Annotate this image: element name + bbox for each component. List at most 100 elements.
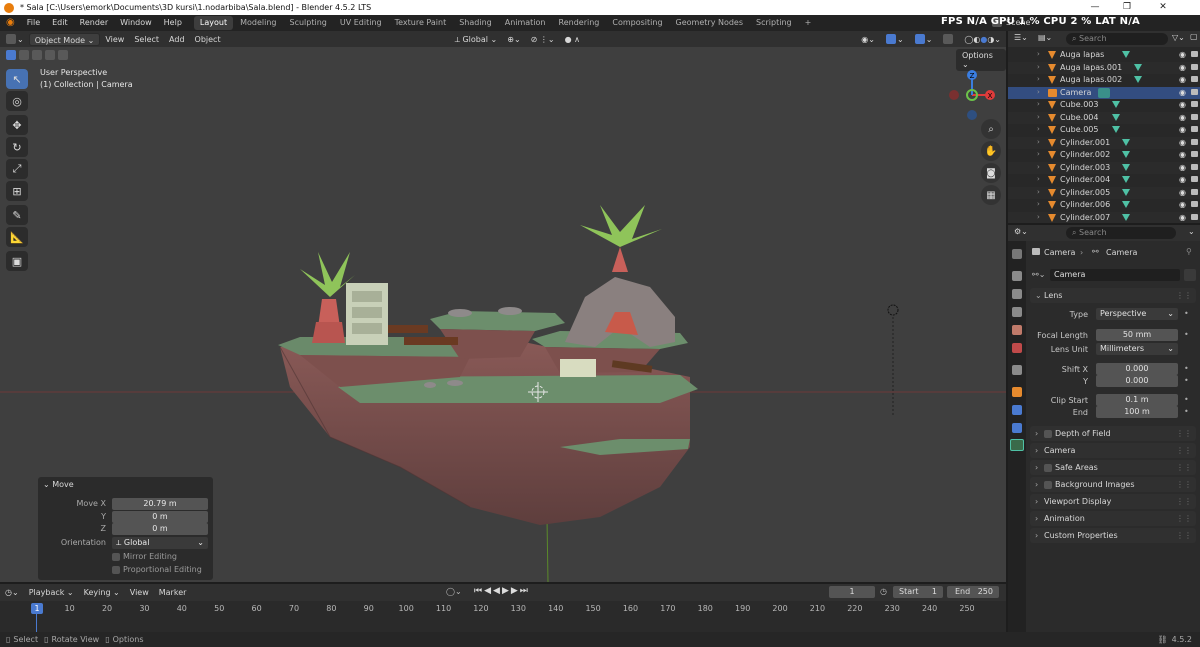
expand-arrow-icon[interactable]: ›: [1037, 75, 1040, 83]
lens-section-header[interactable]: ⌄ Lens ⋮⋮: [1030, 288, 1196, 303]
render-camera-icon[interactable]: [1191, 113, 1198, 120]
expand-arrow-icon[interactable]: ›: [1037, 88, 1040, 96]
render-camera-icon[interactable]: [1191, 126, 1198, 132]
select-tool-icon[interactable]: ↖: [6, 69, 28, 89]
select-subtract-icon[interactable]: [32, 50, 42, 60]
expand-arrow-icon[interactable]: ›: [1037, 113, 1040, 121]
select-new-icon[interactable]: [6, 50, 16, 60]
move-tool-icon[interactable]: ✥: [6, 115, 28, 135]
lens-type-dropdown[interactable]: Perspective ⌄: [1096, 308, 1178, 320]
menu-marker[interactable]: Marker: [154, 586, 192, 599]
tab-uv-editing[interactable]: UV Editing: [334, 16, 388, 30]
menu-keying[interactable]: Keying ⌄: [79, 586, 125, 599]
visibility-eye-icon[interactable]: ◉: [1179, 113, 1186, 122]
expand-arrow-icon[interactable]: ›: [1037, 163, 1040, 171]
render-camera-icon[interactable]: [1191, 138, 1198, 145]
tab-texture-paint[interactable]: Texture Paint: [389, 16, 453, 30]
expand-arrow-icon[interactable]: ›: [1037, 138, 1040, 146]
viewport-display-section[interactable]: › Viewport Display ⋮⋮: [1030, 494, 1196, 509]
object-tab-icon[interactable]: [1012, 387, 1022, 397]
auto-keying-icon[interactable]: ◯⌄: [446, 587, 462, 596]
visibility-eye-icon[interactable]: ◉: [1179, 63, 1186, 72]
gizmo-toggle-icon[interactable]: ⌄: [880, 33, 909, 46]
xray-icon[interactable]: [937, 33, 959, 46]
transform-orientation-dropdown[interactable]: ⟂ Global ⌄: [450, 33, 503, 46]
render-camera-icon[interactable]: [1191, 163, 1198, 170]
render-camera-icon[interactable]: [1191, 176, 1198, 182]
properties-editor-icon[interactable]: ⚙⌄: [1014, 227, 1028, 236]
timeline-editor-icon[interactable]: ◷⌄: [0, 586, 24, 599]
clip-start-field[interactable]: 0.1 m: [1096, 394, 1178, 406]
shift-y-field[interactable]: 0.000: [1096, 375, 1178, 387]
mesh-data-icon[interactable]: [1122, 213, 1130, 221]
close-window-icon[interactable]: ✕: [1148, 0, 1178, 15]
expand-arrow-icon[interactable]: ›: [1037, 50, 1040, 58]
editor-type-icon[interactable]: ⌄: [0, 33, 29, 46]
outliner-row[interactable]: › Cylinder.002 ◉: [1008, 149, 1200, 162]
pivot-point-icon[interactable]: ⊕⌄: [502, 33, 525, 46]
navigation-gizmo[interactable]: X Z: [944, 67, 1000, 123]
camera-data-badge-icon[interactable]: [1098, 87, 1110, 98]
tab-compositing[interactable]: Compositing: [606, 16, 668, 30]
mesh-data-icon[interactable]: [1122, 51, 1130, 58]
safe-areas-section[interactable]: › Safe Areas ⋮⋮: [1030, 460, 1196, 475]
tab-scripting[interactable]: Scripting: [750, 16, 798, 30]
rotate-tool-icon[interactable]: ↻: [6, 137, 28, 157]
outliner-row[interactable]: › Cylinder.003 ◉: [1008, 161, 1200, 174]
shift-x-keyframe-dot[interactable]: •: [1184, 364, 1189, 373]
world-tab-icon[interactable]: [1012, 343, 1022, 353]
mesh-data-icon[interactable]: [1122, 151, 1130, 158]
animation-section[interactable]: › Animation ⋮⋮: [1030, 511, 1196, 526]
physics-tab-icon[interactable]: [1012, 405, 1022, 415]
select-intersect-icon[interactable]: [58, 50, 68, 60]
proportional-edit-icon[interactable]: ● ∧: [560, 33, 585, 46]
expand-arrow-icon[interactable]: ›: [1037, 150, 1040, 158]
scene-tab-icon[interactable]: [1012, 325, 1022, 335]
tab-layout[interactable]: Layout: [193, 16, 234, 30]
visibility-eye-icon[interactable]: ◉: [1179, 200, 1186, 209]
datablock-name-field[interactable]: Camera: [1050, 269, 1180, 281]
mesh-data-icon[interactable]: [1112, 101, 1120, 108]
snap-icon[interactable]: ⊘ ⋮⌄: [526, 33, 560, 46]
menu-add[interactable]: Add: [164, 33, 190, 46]
scale-tool-icon[interactable]: ⤢: [6, 159, 28, 179]
tab-shading[interactable]: Shading: [453, 16, 498, 30]
expand-arrow-icon[interactable]: ›: [1037, 125, 1040, 133]
current-frame-field[interactable]: 1: [829, 586, 875, 598]
shading-modes-icon[interactable]: ◯◐●◑⌄: [959, 33, 1006, 46]
maximize-icon[interactable]: ❐: [1112, 0, 1142, 15]
lens-unit-dropdown[interactable]: Millimeters ⌄: [1096, 343, 1178, 355]
mesh-data-icon[interactable]: [1134, 76, 1142, 83]
menu-edit[interactable]: Edit: [46, 15, 74, 31]
outliner-row[interactable]: › Cylinder.007 ◉: [1008, 211, 1200, 223]
tab-geometry-nodes[interactable]: Geometry Nodes: [670, 16, 749, 30]
outliner-row[interactable]: › Cube.005 ◉: [1008, 124, 1200, 137]
expand-arrow-icon[interactable]: ›: [1037, 188, 1040, 196]
mesh-data-icon[interactable]: [1122, 176, 1130, 183]
shift-x-field[interactable]: 0.000: [1096, 363, 1178, 375]
select-invert-icon[interactable]: [45, 50, 55, 60]
tool-tab-icon[interactable]: [1012, 249, 1022, 259]
add-cube-tool-icon[interactable]: ▣: [6, 251, 28, 271]
zoom-icon[interactable]: ⌕: [981, 119, 1001, 139]
render-camera-icon[interactable]: [1191, 188, 1198, 195]
menu-render[interactable]: Render: [74, 15, 114, 31]
preview-range-icon[interactable]: ◷: [880, 587, 887, 596]
menu-help[interactable]: Help: [158, 15, 188, 31]
camera-view-icon[interactable]: ◙: [981, 163, 1001, 183]
pin-icon[interactable]: ⚲: [1186, 247, 1192, 256]
visibility-icon[interactable]: ◉⌄: [856, 33, 880, 46]
object-mode-dropdown[interactable]: Object Mode ⌄: [28, 32, 101, 46]
menu-window[interactable]: Window: [114, 15, 158, 31]
mesh-data-icon[interactable]: [1122, 188, 1130, 196]
outliner-row[interactable]: › Auga lapas.002 ◉: [1008, 74, 1200, 87]
outliner-row[interactable]: › Cube.004 ◉: [1008, 111, 1200, 124]
timeline-area[interactable]: 10 20 30 40 50 60 70 80 90 100 110 120 130 140 150 160 1…: [0, 601, 1006, 632]
blender-menu-icon[interactable]: ◉: [0, 15, 21, 31]
proportional-editing-checkbox[interactable]: Proportional Editing: [112, 565, 202, 574]
camera-data-tab-icon[interactable]: [1010, 439, 1024, 451]
overlay-toggle-icon[interactable]: ⌄: [909, 33, 938, 46]
render-camera-icon[interactable]: [1191, 63, 1198, 70]
outliner-row[interactable]: › Cylinder.001 ◉: [1008, 136, 1200, 149]
fake-user-icon[interactable]: [1184, 269, 1196, 281]
